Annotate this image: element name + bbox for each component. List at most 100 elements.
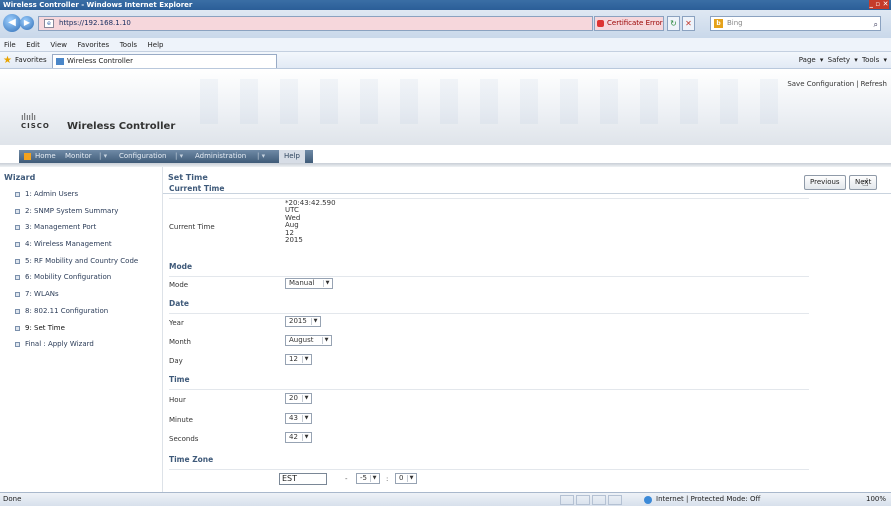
security-zone[interactable]: Internet | Protected Mode: Off	[640, 493, 760, 506]
shield-icon	[597, 20, 604, 27]
wizard-step-label: 2: SNMP System Summary	[25, 206, 119, 215]
search-input[interactable]: b Bing ⌕	[710, 16, 881, 31]
mode-select[interactable]: Manual ▼	[285, 278, 333, 289]
nav-monitor-dropdown[interactable]: | ▾	[99, 150, 107, 163]
wizard-step-wireless-management[interactable]: 4: Wireless Management	[15, 236, 138, 253]
seconds-select[interactable]: 42 ▼	[285, 432, 312, 443]
wizard-steps: 1: Admin Users 2: SNMP System Summary 3:…	[15, 186, 138, 353]
hand-cursor-icon: ☝	[862, 176, 869, 189]
mode-value: Manual	[289, 279, 315, 287]
certificate-error-button[interactable]: Certificate Error	[594, 16, 664, 31]
cisco-bars: ılıılı	[21, 113, 37, 123]
step-bullet-icon	[15, 342, 20, 348]
step-bullet-icon	[15, 292, 20, 298]
stop-icon[interactable]: ✕	[682, 16, 695, 31]
nav-configuration-dropdown[interactable]: | ▾	[175, 150, 183, 163]
home-icon	[24, 153, 31, 160]
command-bar[interactable]: Page ▾ Safety ▾ Tools ▾	[799, 55, 887, 66]
step-bullet-icon	[15, 192, 20, 197]
bing-icon: b	[714, 19, 723, 28]
wizard-step-final[interactable]: Final : Apply Wizard	[15, 336, 138, 353]
status-cell	[560, 495, 574, 505]
status-cell	[608, 495, 622, 505]
address-bar[interactable]: e https://192.168.1.10	[38, 16, 593, 31]
refresh-icon[interactable]: ↻	[667, 16, 680, 31]
wizard-step-label: 4: Wireless Management	[25, 240, 112, 249]
wizard-step-management-port[interactable]: 3: Management Port	[15, 219, 138, 236]
nav-home[interactable]: Home	[35, 150, 56, 163]
tz-hours-select[interactable]: -5 ▼	[356, 473, 380, 484]
day-select[interactable]: 12 ▼	[285, 354, 312, 365]
menu-file[interactable]: File	[0, 38, 20, 52]
wizard-step-mobility-config[interactable]: 6: Mobility Configuration	[15, 269, 138, 286]
menu-help[interactable]: Help	[144, 38, 168, 52]
month-value: August	[289, 336, 314, 344]
hour-value: 20	[289, 394, 298, 402]
wizard-step-label: 6: Mobility Configuration	[25, 273, 112, 282]
nav-help[interactable]: Help	[279, 150, 305, 163]
menu-tools[interactable]: Tools	[116, 38, 141, 52]
minute-select[interactable]: 43 ▼	[285, 413, 312, 424]
nav-administration[interactable]: Administration	[195, 150, 246, 163]
page-title: Set Time	[168, 173, 208, 182]
wizard-step-wlans[interactable]: 7: WLANs	[15, 286, 138, 303]
magnifier-icon[interactable]: ⌕	[874, 18, 878, 31]
step-bullet-icon	[15, 325, 20, 331]
menu-favorites[interactable]: Favorites	[74, 38, 114, 52]
month-select[interactable]: August ▼	[285, 335, 332, 346]
refresh-link[interactable]: Refresh	[861, 80, 887, 88]
wizard-step-snmp[interactable]: 2: SNMP System Summary	[15, 203, 138, 220]
wizard-step-set-time[interactable]: 9: Set Time	[15, 320, 138, 337]
step-bullet-icon	[15, 242, 20, 248]
forward-icon[interactable]: ▶	[20, 16, 34, 30]
section-date: Date	[169, 297, 809, 314]
main-content: Set Time Previous Next ☝ Current Time Cu…	[163, 167, 891, 492]
step-bullet-icon	[15, 258, 20, 264]
wizard-step-label: 3: Management Port	[25, 223, 97, 232]
app-header	[0, 69, 891, 145]
tab-page-icon	[56, 58, 64, 65]
step-bullet-icon	[15, 225, 20, 231]
nav-configuration[interactable]: Configuration	[119, 150, 166, 163]
zone-text: Internet | Protected Mode: Off	[656, 495, 761, 503]
browser-tab[interactable]: Wireless Controller	[52, 54, 277, 68]
cisco-logo: ılıılı CISCO	[21, 114, 71, 134]
menu-edit[interactable]: Edit	[22, 38, 44, 52]
year-select[interactable]: 2015 ▼	[285, 316, 321, 327]
step-bullet-icon	[15, 275, 20, 281]
chevron-down-icon: ▼	[302, 395, 310, 402]
wizard-step-rf-mobility[interactable]: 5: RF Mobility and Country Code	[15, 253, 138, 270]
status-cell	[592, 495, 606, 505]
hour-select[interactable]: 20 ▼	[285, 393, 312, 404]
favorites-button[interactable]: ★ Favorites	[3, 55, 47, 66]
day-value: 12	[289, 355, 298, 363]
wizard-step-label: 1: Admin Users	[25, 190, 79, 198]
wizard-step-label: 7: WLANs	[25, 290, 59, 299]
nav-monitor[interactable]: Monitor	[65, 150, 92, 163]
previous-button[interactable]: Previous	[804, 175, 846, 190]
back-icon[interactable]: ◀	[3, 14, 21, 32]
chevron-down-icon: ▼	[302, 415, 310, 422]
hour-label: Hour	[169, 396, 186, 404]
nav-administration-dropdown[interactable]: | ▾	[257, 150, 265, 163]
menu-bar: File Edit View Favorites Tools Help	[0, 38, 891, 52]
tz-minutes-select[interactable]: 0 ▼	[395, 473, 417, 484]
day-label: Day	[169, 357, 183, 365]
star-icon: ★	[3, 55, 12, 66]
zoom-level[interactable]: 100%	[866, 493, 886, 506]
wizard-step-label: 5: RF Mobility and Country Code	[25, 256, 139, 265]
wizard-step-admin-users[interactable]: 1: Admin Users	[15, 186, 138, 203]
time-zone-name-input[interactable]: EST	[279, 473, 327, 485]
url-text[interactable]: https://192.168.1.10	[59, 19, 131, 27]
status-bar: Done Internet | Protected Mode: Off 100%	[0, 492, 891, 506]
wizard-sidebar: Wizard 1: Admin Users 2: SNMP System Sum…	[0, 167, 163, 492]
current-time-line: 2015	[285, 236, 303, 245]
window-title-bar: Wireless Controller - Windows Internet E…	[0, 0, 891, 10]
window-controls[interactable]: _ ▫ ✕	[869, 0, 889, 9]
wizard-step-label: 9: Set Time	[25, 323, 65, 332]
chevron-down-icon: ▼	[302, 356, 310, 363]
wizard-step-80211[interactable]: 8: 802.11 Configuration	[15, 303, 138, 320]
month-label: Month	[169, 338, 191, 346]
save-configuration-link[interactable]: Save Configuration	[787, 80, 854, 88]
menu-view[interactable]: View	[46, 38, 71, 52]
